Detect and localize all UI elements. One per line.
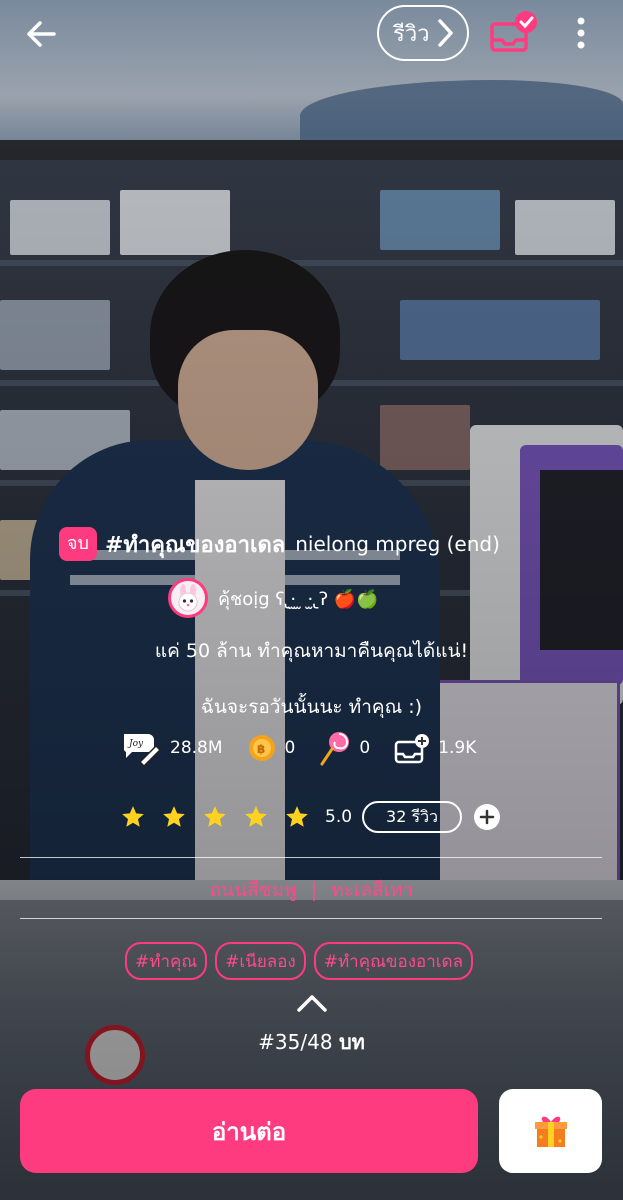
svg-text:฿: ฿: [257, 742, 265, 756]
add-review-button[interactable]: [474, 804, 501, 830]
category-row: ถนนสีชมพู | ทะเลสีเทา: [0, 875, 623, 905]
library-add-icon: [394, 734, 430, 764]
story-title: #ทำคุณของอาเดล: [104, 532, 286, 558]
divider: [20, 918, 602, 919]
coins-count: 0: [284, 738, 296, 758]
gift-button[interactable]: [499, 1089, 602, 1173]
views-stat: Joy 28.8M: [120, 730, 223, 766]
story-subtitle: nielong mpreg (end): [295, 532, 500, 556]
review-button[interactable]: รีวิว: [377, 5, 469, 61]
library-adds-stat: 1.9K: [394, 732, 476, 764]
review-button-label: รีวิว: [393, 21, 430, 47]
library-check-icon: [490, 11, 537, 52]
gift-icon: [534, 1116, 567, 1147]
status-badge: จบ: [59, 527, 97, 561]
tag-chip[interactable]: #ทำคุณ: [125, 942, 208, 980]
continue-reading-button[interactable]: อ่านต่อ: [20, 1089, 478, 1173]
more-vert-icon: [577, 17, 585, 49]
candy-count: 0: [359, 738, 371, 758]
bunny-avatar-icon: [178, 584, 198, 612]
star-icon: [204, 806, 226, 827]
star-icon: [245, 806, 267, 827]
category-primary-link[interactable]: ถนนสีชมพู: [210, 879, 297, 901]
rating-row: 5.0 32 รีวิว: [120, 799, 520, 835]
author-row[interactable]: คุ้ชoịg ʕ ̢·̫ ̫ ·̫ ̢ʔ 🍎🍏: [168, 578, 468, 618]
category-secondary-link[interactable]: ทะเลสีเทา: [331, 879, 413, 901]
review-count-button[interactable]: 32 รีวิว: [362, 801, 463, 833]
review-count-label: 32 รีวิว: [386, 806, 439, 826]
chevron-up-icon[interactable]: [295, 992, 329, 1014]
top-bar: รีวิว: [0, 0, 623, 70]
coins-stat: ฿ 0: [247, 733, 296, 763]
chapter-unit: บท: [338, 1030, 365, 1054]
story-tagline-line2: ฉันจะรอวันนั้นนะ ทำคุณ :): [200, 696, 423, 718]
views-count: 28.8M: [170, 738, 223, 758]
coin-icon: ฿: [248, 735, 275, 761]
chevron-right-icon: [437, 19, 453, 47]
lollipop-icon: [320, 732, 350, 766]
avatar[interactable]: [168, 578, 208, 618]
tags-row: #ทำคุณ #เนียลอง #ทำคุณของอาเดล: [125, 942, 481, 980]
joy-pen-icon: Joy: [124, 734, 162, 766]
divider: [20, 857, 602, 858]
star-icon: [163, 806, 185, 827]
category-separator: |: [310, 879, 318, 901]
chapter-current: #35/48: [258, 1030, 333, 1054]
candy-stat: 0: [319, 730, 370, 766]
plus-icon: [479, 809, 495, 825]
stats-row: Joy 28.8M ฿ 0 0 1.9K: [120, 728, 520, 768]
rating-value: 5.0: [325, 807, 353, 827]
svg-text:Joy: Joy: [127, 739, 144, 749]
chapter-indicator: #35/48 บท: [0, 1026, 623, 1058]
star-icon: [286, 806, 308, 827]
arrow-left-icon: [27, 21, 56, 47]
tag-chip[interactable]: #ทำคุณของอาเดล: [313, 942, 474, 980]
story-title-row: จบ #ทำคุณของอาเดล nielong mpreg (end): [59, 524, 623, 564]
library-button[interactable]: [488, 10, 540, 56]
author-name[interactable]: คุ้ชoịg ʕ ̢·̫ ̫ ·̫ ̢ʔ 🍎🍏: [218, 584, 379, 613]
star-icon: [122, 806, 144, 827]
more-options-button[interactable]: [566, 12, 596, 54]
library-adds-count: 1.9K: [438, 738, 477, 758]
continue-reading-label: อ่านต่อ: [211, 1117, 287, 1146]
back-button[interactable]: [18, 12, 64, 56]
tag-chip[interactable]: #เนียลอง: [215, 942, 306, 980]
story-tagline-line1: แค่ 50 ล้าน ทำคุณหามาคืนคุณได้แน่!: [154, 640, 469, 662]
